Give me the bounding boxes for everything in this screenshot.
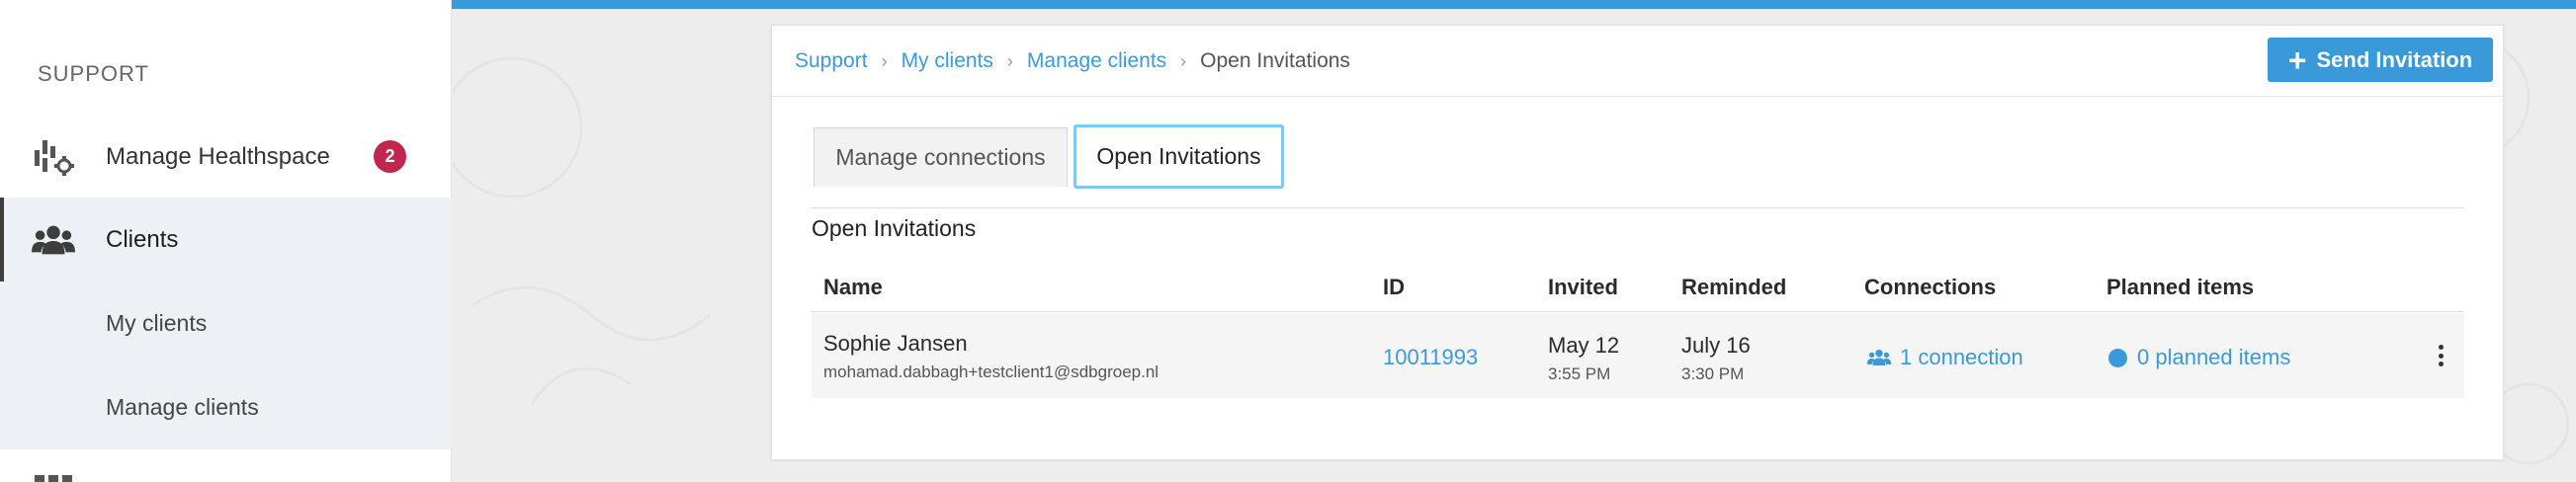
chevron-right-icon: ›: [1006, 50, 1013, 71]
reminded-time: 3:30 PM: [1681, 364, 1745, 383]
invited-time: 3:55 PM: [1548, 364, 1611, 383]
users-icon: [1866, 350, 1892, 365]
card-header: Support › My clients › Manage clients › …: [772, 26, 2503, 97]
sidebar: SUPPORT Manage Healthspace 2 Clients My …: [0, 0, 452, 482]
planned-items-label: 0 planned items: [2137, 345, 2291, 369]
tab-bar: Manage connections Open Invitations: [812, 124, 2464, 208]
column-header-name[interactable]: Name: [823, 275, 883, 300]
tab-manage-connections[interactable]: Manage connections: [814, 127, 1068, 187]
planned-items-link[interactable]: 0 planned items: [2108, 345, 2290, 370]
chevron-right-icon: ›: [881, 50, 888, 71]
connections-link[interactable]: 1 connection: [1866, 345, 2023, 370]
client-email: mohamad.dabbagh+testclient1@sdbgroep.nl: [823, 362, 1159, 381]
breadcrumb-link-manage-clients[interactable]: Manage clients: [1027, 49, 1166, 73]
notification-badge: 2: [374, 140, 406, 173]
sidebar-heading: SUPPORT: [38, 61, 149, 86]
main-card: Support › My clients › Manage clients › …: [771, 25, 2504, 460]
sidebar-subitem-my-clients[interactable]: My clients: [0, 281, 452, 365]
column-header-reminded[interactable]: Reminded: [1681, 275, 1786, 300]
send-invitation-button[interactable]: + Send Invitation: [2268, 38, 2493, 82]
column-header-invited[interactable]: Invited: [1548, 275, 1618, 300]
more-options-icon[interactable]: [2433, 341, 2448, 370]
tab-open-invitations[interactable]: Open Invitations: [1073, 124, 1284, 189]
sidebar-item-label: Clients: [106, 225, 179, 253]
table-row: Sophie Jansen mohamad.dabbagh+testclient…: [812, 313, 2464, 398]
reminded-date: July 16: [1681, 333, 1751, 358]
connections-label: 1 connection: [1900, 345, 2023, 369]
plus-icon: +: [2287, 41, 2307, 78]
sidebar-subitem-manage-clients[interactable]: Manage clients: [0, 365, 452, 449]
section-title: Open Invitations: [812, 215, 977, 241]
grid-icon: [35, 475, 72, 482]
column-header-planned-items[interactable]: Planned items: [2106, 275, 2254, 300]
breadcrumb-link-support[interactable]: Support: [795, 49, 868, 73]
sidebar-item-clients[interactable]: Clients: [0, 198, 452, 281]
client-id-link[interactable]: 10011993: [1383, 345, 1478, 370]
chevron-right-icon: ›: [1180, 50, 1187, 71]
column-header-connections[interactable]: Connections: [1864, 275, 1996, 300]
sidebar-item-manage-healthspace[interactable]: Manage Healthspace 2: [0, 115, 452, 199]
column-header-id[interactable]: ID: [1383, 275, 1405, 300]
breadcrumb-current: Open Invitations: [1200, 49, 1350, 72]
table-header: Name ID Invited Reminded Connections Pla…: [812, 269, 2464, 312]
sidebar-subitem-label: Manage clients: [106, 394, 259, 420]
sidebar-item-label: Manage Healthspace: [106, 142, 330, 170]
send-invitation-label: Send Invitation: [2316, 46, 2473, 72]
sidebar-subitem-label: My clients: [106, 310, 208, 336]
invited-date: May 12: [1548, 333, 1620, 358]
top-accent-bar: [452, 0, 2576, 9]
status-dot-icon: [2108, 348, 2127, 367]
client-name: Sophie Jansen: [823, 331, 968, 356]
users-icon: [32, 218, 75, 262]
healthspace-icon: [32, 135, 75, 179]
breadcrumb-link-my-clients[interactable]: My clients: [902, 49, 993, 73]
breadcrumb: Support › My clients › Manage clients › …: [795, 49, 1350, 73]
